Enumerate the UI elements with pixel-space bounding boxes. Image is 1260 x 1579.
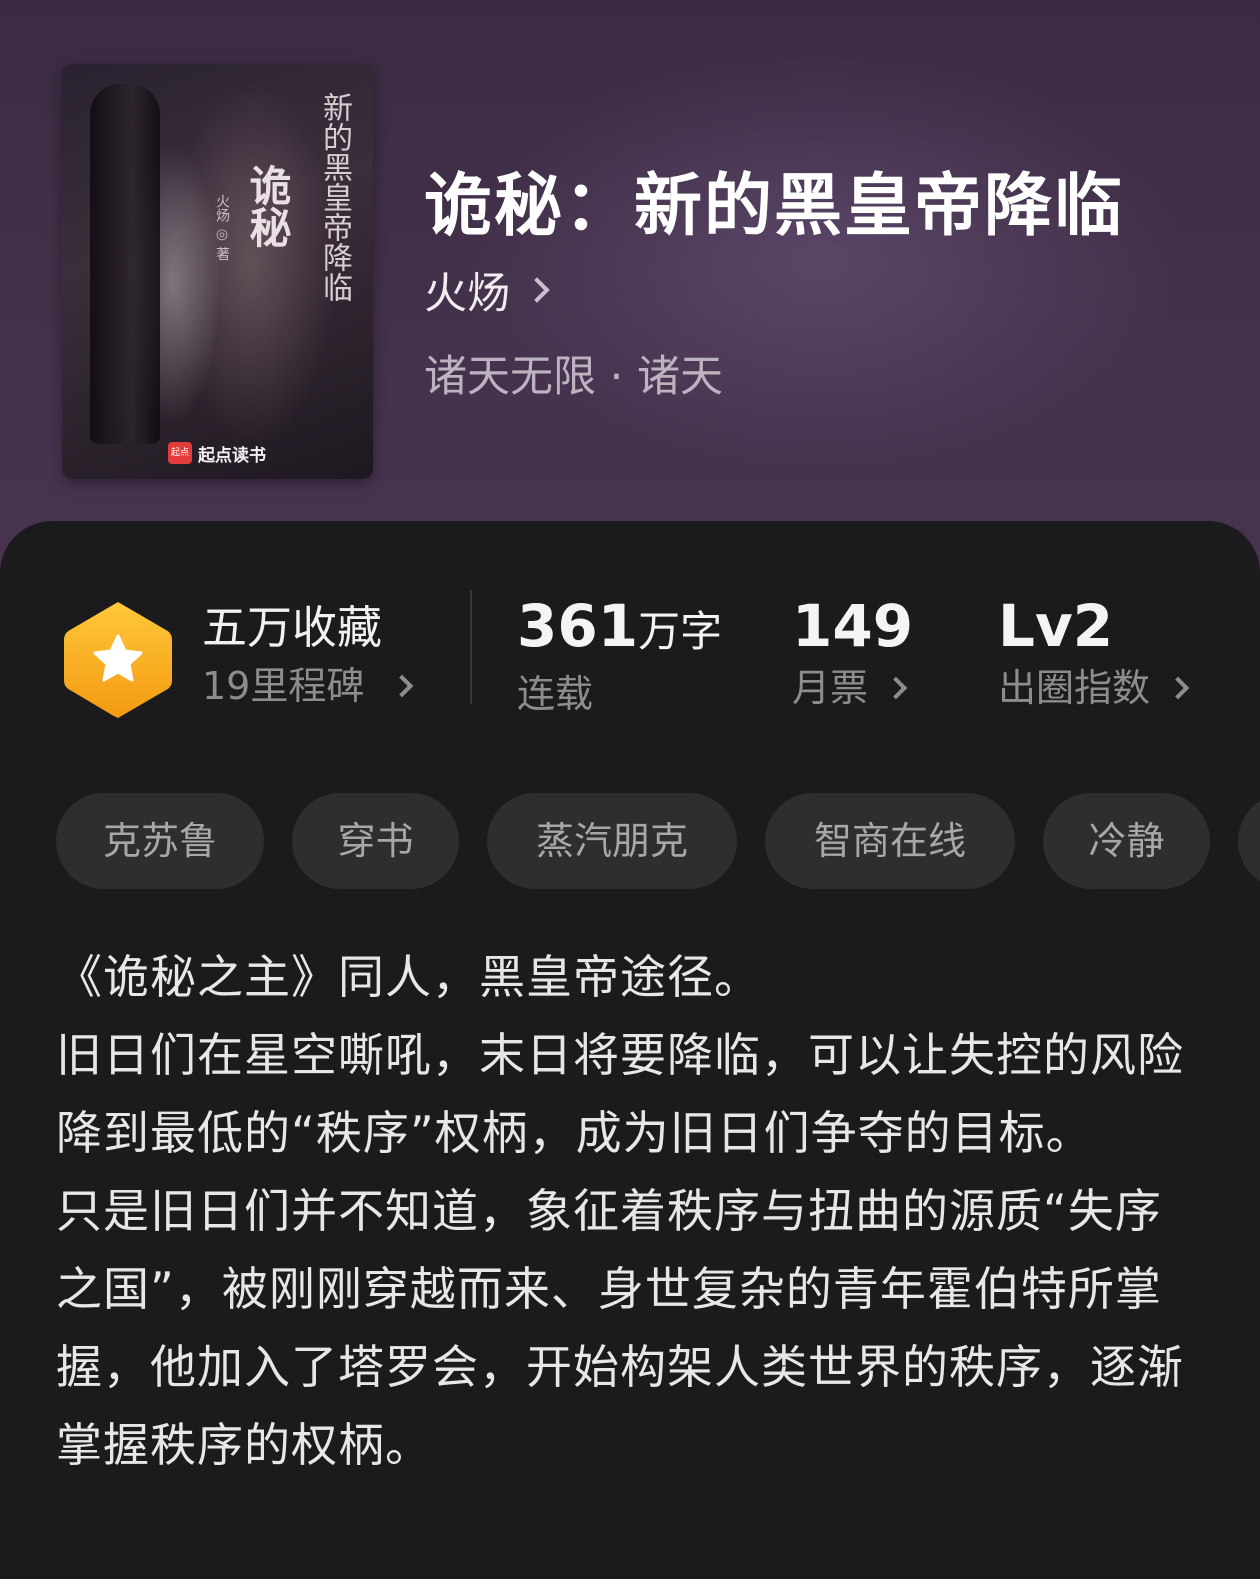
monthly-tickets-stat[interactable]: 149 月票 — [792, 590, 913, 714]
book-title: 诡秘：新的黑皇帝降临 — [424, 167, 1125, 246]
divider — [470, 590, 472, 704]
star-hexagon-badge-icon — [64, 602, 172, 718]
cover-title: 诡秘 — [243, 164, 292, 248]
milestone-title: 五万收藏 — [202, 601, 383, 654]
tag-chip[interactable]: 蒸汽朋克 — [487, 793, 737, 889]
cover-publisher-logo: 起点 起点读书 — [168, 440, 266, 466]
chevron-right-icon — [1166, 676, 1190, 700]
chevron-right-icon — [524, 277, 550, 303]
monthly-tickets-label: 月票 — [792, 666, 869, 710]
synopsis: 《诡秘之主》同人，黑皇帝途径。 旧日们在星空嘶吼，末日将要降临，可以让失控的风险… — [56, 938, 1206, 1484]
cover-subtitle: 新的黑皇帝降临 — [317, 92, 352, 302]
tag-chip[interactable]: 穿书 — [292, 793, 459, 889]
tag-chip-partial[interactable] — [1238, 793, 1260, 889]
publisher-badge: 起点 — [168, 442, 192, 464]
word-count-stat: 361万字 连载 — [517, 590, 722, 720]
book-header: 新的黑皇帝降临 诡秘 火炀 ◎ 著 起点 起点读书 诡秘：新的黑皇帝降临 火炀 … — [0, 0, 1260, 600]
serial-status: 连载 — [517, 672, 594, 716]
tag-chip[interactable]: 智商在线 — [765, 793, 1015, 889]
tag-chip[interactable]: 冷静 — [1043, 793, 1210, 889]
synopsis-paragraph: 旧日们在星空嘶吼，末日将要降临，可以让失控的风险降到最低的“秩序”权柄，成为旧日… — [56, 1028, 1184, 1160]
genre-label: 诸天无限 · 诸天 — [424, 352, 724, 402]
chevron-right-icon — [884, 676, 908, 700]
cover-artwork — [90, 84, 160, 444]
influence-index-label: 出圈指数 — [998, 666, 1151, 710]
word-count-unit: 万字 — [638, 607, 723, 656]
monthly-tickets-value: 149 — [792, 592, 914, 660]
synopsis-paragraph: 只是旧日们并不知道，象征着秩序与扭曲的源质“失序之国”，被刚刚穿越而来、身世复杂… — [56, 1184, 1184, 1472]
tag-chip[interactable]: 克苏鲁 — [56, 793, 264, 889]
author-name: 火炀 — [424, 269, 510, 319]
influence-index-stat[interactable]: Lv2 出圈指数 — [998, 590, 1190, 714]
book-cover[interactable]: 新的黑皇帝降临 诡秘 火炀 ◎ 著 起点 起点读书 — [62, 64, 373, 479]
tag-list: 克苏鲁 穿书 蒸汽朋克 智商在线 冷静 — [56, 793, 1260, 889]
milestone-stat[interactable]: 五万收藏 19里程碑 — [202, 598, 414, 714]
publisher-name: 起点读书 — [198, 445, 266, 466]
word-count-value: 361 — [517, 592, 639, 660]
cover-author: 火炀 ◎ 著 — [214, 194, 230, 261]
author-link[interactable]: 火炀 — [424, 262, 550, 319]
chevron-right-icon — [391, 674, 414, 698]
milestone-subtitle: 19里程碑 — [202, 664, 365, 708]
synopsis-paragraph: 《诡秘之主》同人，黑皇帝途径。 — [56, 950, 761, 1004]
influence-index-value: Lv2 — [998, 592, 1114, 660]
